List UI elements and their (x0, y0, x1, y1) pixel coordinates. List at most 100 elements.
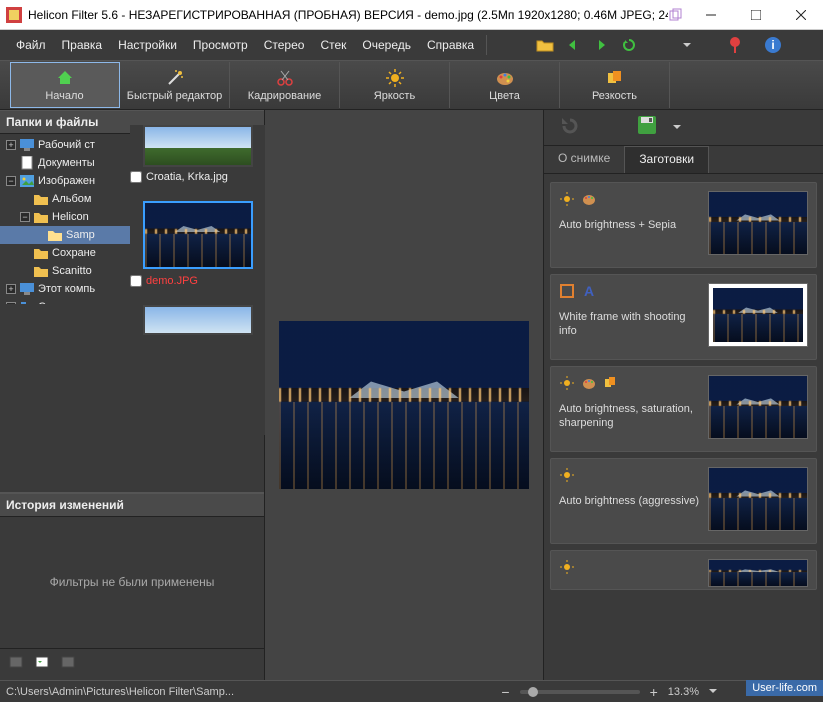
menubar: Файл Правка Настройки Просмотр Стерео Ст… (0, 30, 823, 60)
maximize-button[interactable] (733, 0, 778, 30)
undo-icon[interactable] (556, 116, 578, 139)
preset-title: Auto brightness, saturation, sharpening (559, 402, 700, 431)
preset-item[interactable] (550, 550, 817, 590)
preset-thumb (708, 559, 808, 587)
palette-icon (581, 375, 597, 396)
preset-item[interactable]: Auto brightness, saturation, sharpening (550, 366, 817, 452)
thumbnail[interactable] (143, 305, 253, 335)
zoom-slider[interactable] (520, 690, 640, 694)
titlebar: Helicon Filter 5.6 - НЕЗАРЕГИСТРИРОВАННА… (0, 0, 823, 30)
folder-icon (34, 192, 48, 206)
home-icon (55, 68, 75, 88)
tab-presets[interactable]: Заготовки (624, 146, 709, 173)
tab-about-image[interactable]: О снимке (544, 146, 624, 173)
palette-icon (581, 191, 597, 212)
images-icon (20, 174, 34, 188)
preset-thumb (708, 191, 808, 255)
history-tool-1[interactable] (8, 653, 26, 676)
thumbnail-strip[interactable]: Croatia, Krka.jpg demo.JPG (130, 125, 265, 435)
tab-brightness[interactable]: Яркость (340, 62, 450, 108)
info-icon[interactable]: i (761, 33, 785, 57)
dropdown-icon[interactable] (675, 33, 699, 57)
menu-view[interactable]: Просмотр (185, 34, 256, 56)
thispc-icon (20, 282, 34, 296)
palette-icon (495, 68, 515, 88)
scissors-icon (275, 68, 295, 88)
tab-quick-label: Быстрый редактор (127, 90, 223, 102)
desktop-icon (20, 138, 34, 152)
tab-colors-label: Цвета (489, 90, 520, 102)
main-area: Папки и файлы +Рабочий ст Документы −Изо… (0, 110, 823, 680)
pin-icon[interactable] (723, 33, 747, 57)
tab-brightness-label: Яркость (374, 90, 415, 102)
app-icon (6, 7, 22, 23)
save-icon[interactable] (636, 114, 658, 141)
status-path: C:\Users\Admin\Pictures\Helicon Filter\S… (6, 686, 234, 698)
history-empty-text: Фильтры не были применены (0, 517, 264, 649)
watermark: User-life.com (746, 680, 823, 696)
right-panel: О снимке Заготовки Auto brightness + Sep… (543, 110, 823, 680)
thumb-checkbox[interactable] (130, 171, 142, 183)
back-icon[interactable] (561, 33, 585, 57)
preset-title: Auto brightness + Sepia (559, 218, 700, 232)
tab-crop-label: Кадрирование (248, 90, 322, 102)
letter-a-icon: A (581, 283, 597, 304)
window-title: Helicon Filter 5.6 - НЕЗАРЕГИСТРИРОВАННА… (28, 8, 668, 22)
zoom-dropdown-icon[interactable] (709, 686, 717, 698)
preset-title: White frame with shooting info (559, 310, 700, 339)
tab-sharpness[interactable]: Резкость (560, 62, 670, 108)
thumb-checkbox[interactable] (130, 275, 142, 287)
preset-item[interactable]: Auto brightness (aggressive) (550, 458, 817, 544)
preset-thumb (708, 283, 808, 347)
sharpen-icon (603, 375, 619, 396)
menu-stereo[interactable]: Стерео (256, 34, 313, 56)
zoom-out-icon[interactable]: − (501, 684, 509, 700)
preset-title: Auto brightness (aggressive) (559, 494, 700, 508)
folder-icon (34, 246, 48, 260)
sun-icon (385, 68, 405, 88)
history-tool-2[interactable] (34, 653, 52, 676)
preset-item[interactable]: A White frame with shooting info (550, 274, 817, 360)
history-header: История изменений (0, 493, 264, 517)
tool-tabs: Начало Быстрый редактор Кадрирование Ярк… (0, 60, 823, 110)
sun-icon (559, 191, 575, 212)
sharpen-icon (605, 68, 625, 88)
documents-icon (20, 156, 34, 170)
close-button[interactable] (778, 0, 823, 30)
window-controls (688, 0, 823, 30)
menu-settings[interactable]: Настройки (110, 34, 185, 56)
forward-icon[interactable] (589, 33, 613, 57)
sun-icon (559, 467, 575, 488)
thumbnail-selected[interactable] (143, 201, 253, 269)
preview-image (279, 321, 529, 489)
menu-edit[interactable]: Правка (54, 34, 111, 56)
sun-icon (559, 559, 575, 580)
sun-icon (559, 375, 575, 396)
tab-colors[interactable]: Цвета (450, 62, 560, 108)
menu-queue[interactable]: Очередь (354, 34, 419, 56)
menu-file[interactable]: Файл (8, 34, 54, 56)
presets-list[interactable]: Auto brightness + Sepia A White frame wi… (544, 174, 823, 680)
history-tool-3[interactable] (60, 653, 78, 676)
tab-sharpness-label: Резкость (592, 90, 637, 102)
save-dropdown-icon[interactable] (672, 119, 682, 137)
refresh-icon[interactable] (617, 33, 641, 57)
folder-icon (34, 210, 48, 224)
zoom-in-icon[interactable]: + (650, 684, 658, 700)
thumbnail[interactable] (143, 125, 253, 167)
folder-icon (34, 264, 48, 278)
tab-home[interactable]: Начало (10, 62, 120, 108)
preview-area[interactable] (265, 110, 543, 680)
open-folder-icon[interactable] (533, 33, 557, 57)
duplicate-icon[interactable] (668, 7, 684, 23)
menu-help[interactable]: Справка (419, 34, 482, 56)
tab-quick-editor[interactable]: Быстрый редактор (120, 62, 230, 108)
minimize-button[interactable] (688, 0, 733, 30)
zoom-value: 13.3% (668, 686, 699, 698)
tab-home-label: Начало (45, 90, 83, 102)
preset-thumb (708, 467, 808, 531)
wand-icon (165, 68, 185, 88)
menu-stack[interactable]: Стек (312, 34, 354, 56)
tab-crop[interactable]: Кадрирование (230, 62, 340, 108)
preset-item[interactable]: Auto brightness + Sepia (550, 182, 817, 268)
